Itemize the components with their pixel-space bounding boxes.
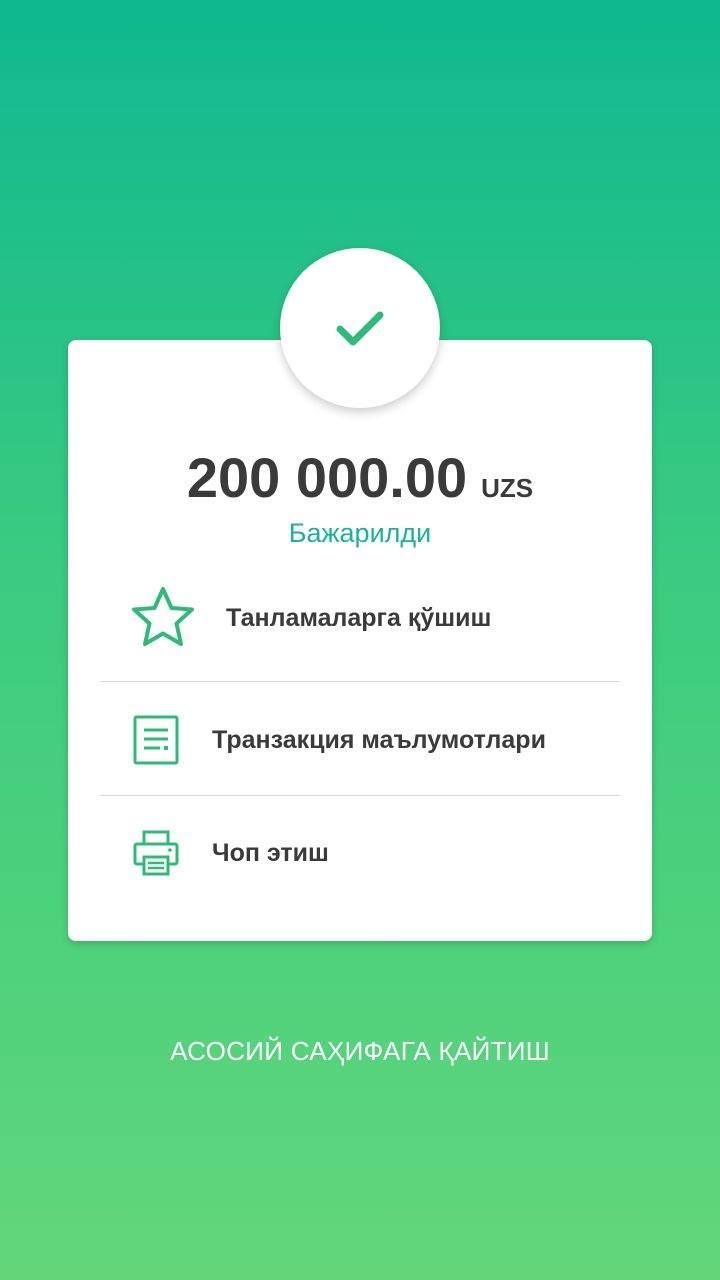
print-button[interactable]: Чоп этиш (100, 825, 620, 881)
status-text: Бажарилди (288, 518, 432, 548)
divider (100, 795, 620, 796)
star-icon (130, 585, 196, 651)
add-to-favorites-button[interactable]: Танламаларга қўшиш (100, 584, 620, 652)
document-icon (132, 715, 180, 765)
print-label: Чоп этиш (212, 838, 329, 867)
checkmark-icon (336, 311, 384, 346)
success-check-badge (280, 248, 440, 408)
amount-currency: UZS (481, 473, 534, 503)
payment-result-card: 200 000.00 UZS Бажарилди Танламаларга қўш… (68, 340, 652, 941)
amount-value: 200 000.00 (186, 446, 468, 509)
printer-icon (132, 829, 180, 877)
divider (100, 681, 620, 682)
transaction-details-label: Транзакция маълумотлари (212, 725, 546, 754)
return-home-button[interactable]: АСОСИЙ САҲИФАГА ҚАЙТИШ (0, 1036, 720, 1067)
transaction-details-button[interactable]: Транзакция маълумотлари (100, 710, 620, 770)
add-to-favorites-label: Танламаларга қўшиш (226, 603, 492, 632)
amount-row: 200 000.00 UZS (68, 445, 652, 510)
